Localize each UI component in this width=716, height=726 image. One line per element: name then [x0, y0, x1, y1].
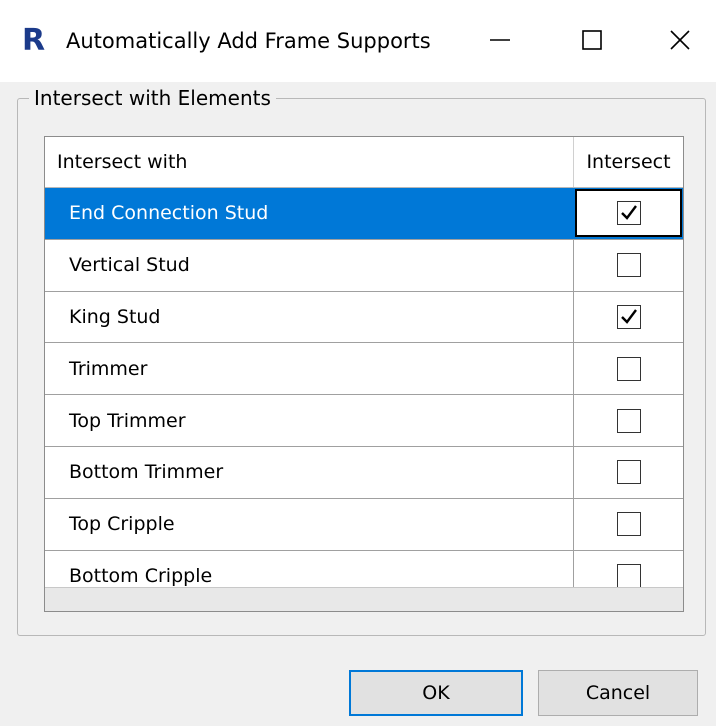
intersect-checkbox[interactable]: [616, 304, 641, 329]
cancel-button[interactable]: Cancel: [538, 670, 698, 716]
row-checkbox-cell[interactable]: [574, 395, 683, 446]
intersect-checkbox[interactable]: [616, 356, 641, 381]
row-checkbox-cell[interactable]: [574, 499, 683, 550]
ok-button[interactable]: OK: [349, 670, 523, 716]
row-name-cell: Top Trimmer: [45, 395, 574, 446]
column-header-intersect-with[interactable]: Intersect with: [45, 137, 574, 187]
maximize-icon: [582, 30, 602, 50]
intersect-checkbox[interactable]: [616, 512, 641, 537]
close-button[interactable]: [646, 14, 714, 66]
checkmark-icon: [620, 205, 637, 220]
table-row[interactable]: Bottom Trimmer: [45, 446, 683, 499]
intersect-checkbox[interactable]: [616, 460, 641, 485]
row-checkbox-cell[interactable]: [574, 292, 683, 343]
grid-header: Intersect with Intersect: [45, 137, 683, 188]
table-row[interactable]: Trimmer: [45, 343, 683, 396]
row-checkbox-cell[interactable]: [574, 343, 683, 394]
group-label: Intersect with Elements: [29, 84, 276, 112]
close-icon: [670, 30, 690, 50]
row-checkbox-cell[interactable]: [574, 240, 683, 291]
intersect-checkbox[interactable]: [616, 408, 641, 433]
maximize-button[interactable]: [558, 14, 626, 66]
minimize-icon: [490, 39, 510, 41]
table-row[interactable]: Top Cripple: [45, 498, 683, 551]
title-bar[interactable]: R Automatically Add Frame Supports: [0, 0, 716, 82]
grid-rows: End Connection Stud Vertical Stud King Stu…: [45, 188, 683, 603]
row-checkbox-cell[interactable]: [575, 189, 682, 237]
table-row[interactable]: End Connection Stud: [45, 188, 683, 240]
row-name-cell: End Connection Stud: [45, 188, 574, 239]
row-checkbox-cell[interactable]: [574, 447, 683, 498]
table-row[interactable]: King Stud: [45, 291, 683, 344]
row-name-cell: Trimmer: [45, 343, 574, 395]
intersect-grid[interactable]: Intersect with Intersect End Connection …: [44, 136, 684, 612]
dialog-window: R Automatically Add Frame Supports Inter…: [0, 0, 716, 726]
window-title: Automatically Add Frame Supports: [66, 29, 431, 53]
checkmark-icon: [620, 309, 637, 324]
row-name-cell: King Stud: [45, 291, 574, 343]
table-row[interactable]: Top Trimmer: [45, 395, 683, 447]
row-name-cell: Bottom Trimmer: [45, 446, 574, 498]
row-name-cell: Vertical Stud: [45, 239, 574, 291]
grid-footer: [45, 587, 683, 611]
intersect-checkbox[interactable]: [616, 253, 641, 278]
intersect-checkbox[interactable]: [616, 201, 641, 225]
revit-app-icon: R: [22, 23, 46, 58]
minimize-button[interactable]: [466, 14, 534, 66]
table-row[interactable]: Vertical Stud: [45, 239, 683, 292]
intersect-checkbox[interactable]: [616, 563, 641, 588]
row-name-cell: Top Cripple: [45, 498, 574, 550]
column-header-intersect[interactable]: Intersect: [574, 137, 683, 187]
